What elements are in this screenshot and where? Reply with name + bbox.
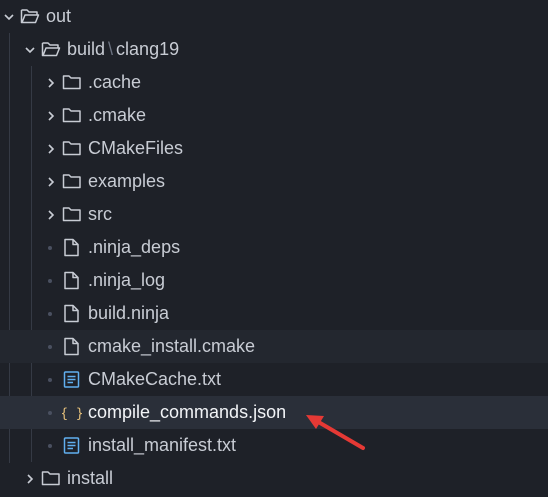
tree-item-label: .cmake	[88, 105, 147, 125]
tree-item-label: install_manifest.txt	[88, 435, 237, 455]
tree-item-file[interactable]: CMakeCache.txt	[0, 363, 548, 396]
tree-item-label: CMakeCache.txt	[88, 369, 222, 389]
chevron-right-icon[interactable]	[44, 99, 58, 132]
chevron-right-icon[interactable]	[23, 462, 37, 495]
tree-item-file[interactable]: cmake_install.cmake	[0, 330, 548, 363]
folder-icon	[62, 165, 84, 198]
tree-item-file[interactable]: .ninja_deps	[0, 231, 548, 264]
tree-item-install[interactable]: install	[0, 462, 548, 495]
tree-item-file[interactable]: build.ninja	[0, 297, 548, 330]
chevron-right-icon[interactable]	[44, 66, 58, 99]
folder-icon	[62, 132, 84, 165]
file-icon	[63, 330, 85, 363]
tree-item-folder[interactable]: src	[0, 198, 548, 231]
tree-item-label: src	[88, 204, 112, 224]
annotation-arrow-icon	[306, 415, 365, 450]
file-bullet	[48, 345, 52, 349]
tree-item-file-selected[interactable]: { } compile_commands.json	[0, 396, 548, 429]
file-bullet	[48, 378, 52, 382]
tree-item-out[interactable]: out	[0, 0, 548, 33]
folder-icon	[62, 99, 84, 132]
folder-icon	[62, 198, 84, 231]
chevron-right-icon[interactable]	[44, 198, 58, 231]
tree-item-folder[interactable]: .cmake	[0, 99, 548, 132]
chevron-right-icon[interactable]	[44, 165, 58, 198]
file-icon	[63, 231, 85, 264]
tree-item-label: out	[46, 6, 72, 26]
chevron-down-icon[interactable]	[23, 33, 37, 66]
tree-item-label: .ninja_log	[88, 270, 166, 290]
tree-item-label: CMakeFiles	[88, 138, 184, 158]
tree-item-label: examples	[88, 171, 166, 191]
tree-item-folder[interactable]: examples	[0, 165, 548, 198]
tree-item-label: build \ clang19	[67, 33, 179, 66]
tree-item-file[interactable]: install_manifest.txt	[0, 429, 548, 462]
tree-item-label: compile_commands.json	[88, 402, 287, 422]
folder-name-build: build	[67, 39, 106, 59]
folder-icon	[41, 462, 63, 495]
chevron-right-icon[interactable]	[44, 132, 58, 165]
file-bullet	[48, 312, 52, 316]
tree-item-folder[interactable]: CMakeFiles	[0, 132, 548, 165]
text-file-icon	[63, 363, 85, 396]
file-icon	[63, 297, 85, 330]
tree-item-label: .cache	[88, 72, 142, 92]
chevron-down-icon[interactable]	[2, 0, 16, 33]
tree-item-label: .ninja_deps	[88, 237, 181, 257]
svg-text:{ }: { }	[62, 407, 82, 422]
text-file-icon	[63, 429, 85, 462]
file-icon	[63, 264, 85, 297]
tree-item-label: build.ninja	[88, 303, 170, 323]
tree-item-folder[interactable]: .cache	[0, 66, 548, 99]
file-bullet	[48, 411, 52, 415]
path-separator: \	[108, 39, 114, 59]
tree-item-label: install	[67, 468, 114, 488]
tree-item-build-clang19[interactable]: build \ clang19	[0, 33, 548, 66]
folder-open-icon	[20, 0, 42, 33]
tree-item-label: cmake_install.cmake	[88, 336, 256, 356]
file-bullet	[48, 444, 52, 448]
folder-name-clang19: clang19	[116, 39, 180, 59]
folder-open-icon	[41, 33, 63, 66]
folder-icon	[62, 66, 84, 99]
file-bullet	[48, 246, 52, 250]
file-explorer-tree: out build \ clang19 .cache .cmake CMakeF…	[0, 0, 548, 497]
json-icon: { }	[62, 396, 84, 429]
file-bullet	[48, 279, 52, 283]
tree-item-file[interactable]: .ninja_log	[0, 264, 548, 297]
